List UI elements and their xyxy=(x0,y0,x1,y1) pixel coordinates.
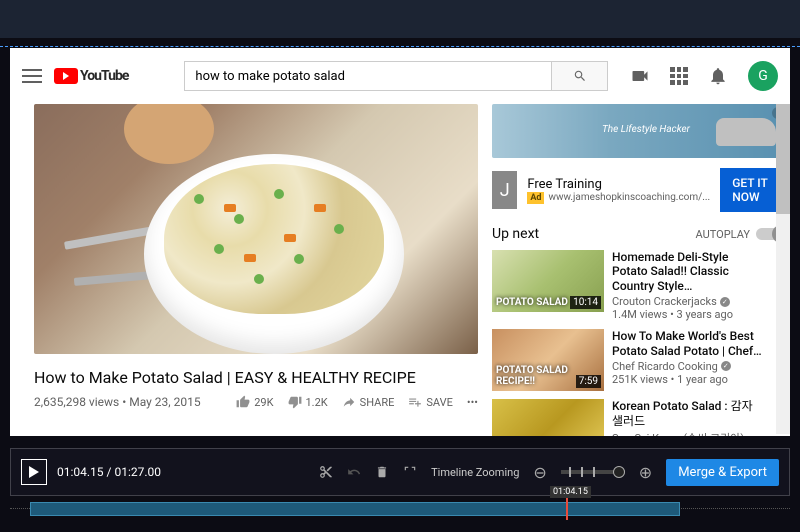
video-player[interactable] xyxy=(34,104,478,354)
dislike-button[interactable]: 1.2K xyxy=(288,395,328,409)
search-input[interactable] xyxy=(184,61,552,91)
video-views: 2,635,298 views xyxy=(34,395,119,409)
ad-logo[interactable]: J xyxy=(492,171,517,209)
share-icon xyxy=(342,395,356,409)
search-icon xyxy=(573,69,587,83)
recommendation-item[interactable]: POTATO SALAD10:14 Homemade Deli-Style Po… xyxy=(492,250,788,321)
sidebar-column: The Lifestyle Hacker i J Free Training A… xyxy=(492,104,788,436)
ad-badge: Ad xyxy=(527,192,544,204)
upnext-label: Up next xyxy=(492,226,539,242)
zoom-slider[interactable] xyxy=(561,470,625,474)
rec-thumbnail xyxy=(492,399,604,436)
scrollbar[interactable] xyxy=(776,104,790,434)
playhead-time: 01:04.15 xyxy=(550,486,591,498)
ad-banner[interactable]: The Lifestyle Hacker i xyxy=(492,104,788,158)
ad-row: J Free Training Ad www.jameshopkinscoachi… xyxy=(492,158,788,222)
like-button[interactable]: 29K xyxy=(236,395,273,409)
menu-icon[interactable] xyxy=(22,69,42,83)
verified-icon: ✓ xyxy=(721,361,731,371)
zoom-label: Timeline Zooming xyxy=(431,466,519,479)
notifications-icon[interactable] xyxy=(708,66,728,86)
timeline-clip[interactable] xyxy=(30,502,680,516)
video-date: May 23, 2015 xyxy=(129,395,200,409)
youtube-play-icon xyxy=(54,68,78,84)
editor-toolbar: 01:04.15 / 01:27.00 Timeline Zooming ⊖ ⊕… xyxy=(10,448,790,496)
car-image xyxy=(716,118,776,146)
time-display: 01:04.15 / 01:27.00 xyxy=(57,465,161,479)
cut-icon[interactable] xyxy=(319,465,333,479)
apps-icon[interactable] xyxy=(670,67,688,85)
undo-icon[interactable] xyxy=(347,465,361,479)
share-button[interactable]: SHARE xyxy=(342,395,395,409)
delete-icon[interactable] xyxy=(375,465,389,479)
thumb-down-icon xyxy=(288,395,302,409)
account-avatar[interactable]: G xyxy=(748,61,778,91)
recommendation-item[interactable]: Korean Potato Salad : 감자 샐러드SomSsi Korea… xyxy=(492,399,788,436)
ad-url: www.jameshopkinscoaching.com/... xyxy=(548,192,710,203)
zoom-knob[interactable] xyxy=(613,466,625,478)
more-button[interactable]: ••• xyxy=(467,396,478,409)
main-column: How to Make Potato Salad | EASY & HEALTH… xyxy=(34,104,478,436)
youtube-logo-text: YouTube xyxy=(80,68,128,84)
playhead[interactable] xyxy=(566,498,568,520)
ad-title: Free Training xyxy=(527,177,710,192)
youtube-logo[interactable]: YouTube xyxy=(54,68,128,84)
rec-thumbnail: POTATO SALAD10:14 xyxy=(492,250,604,312)
play-button[interactable] xyxy=(21,459,47,485)
verified-icon: ✓ xyxy=(720,297,730,307)
captured-screen: YouTube G xyxy=(10,48,790,436)
save-button[interactable]: SAVE xyxy=(408,395,453,409)
play-icon xyxy=(29,466,39,478)
create-video-icon[interactable] xyxy=(630,66,650,86)
video-title: How to Make Potato Salad | EASY & HEALTH… xyxy=(34,368,478,387)
recommendation-item[interactable]: POTATO SALAD RECIPE!!7:59 How To Make Wo… xyxy=(492,329,788,391)
playlist-add-icon xyxy=(408,395,422,409)
search-button[interactable] xyxy=(552,61,608,91)
autoplay-label: AUTOPLAY xyxy=(696,228,750,241)
selection-marquee xyxy=(0,46,800,47)
merge-export-button[interactable]: Merge & Export xyxy=(666,459,779,486)
timeline[interactable]: 01:04.15 xyxy=(10,500,790,526)
expand-icon[interactable] xyxy=(403,465,417,479)
rec-thumbnail: POTATO SALAD RECIPE!!7:59 xyxy=(492,329,604,391)
thumb-up-icon xyxy=(236,395,250,409)
app-titlebar xyxy=(0,0,800,38)
youtube-header: YouTube G xyxy=(10,48,790,104)
